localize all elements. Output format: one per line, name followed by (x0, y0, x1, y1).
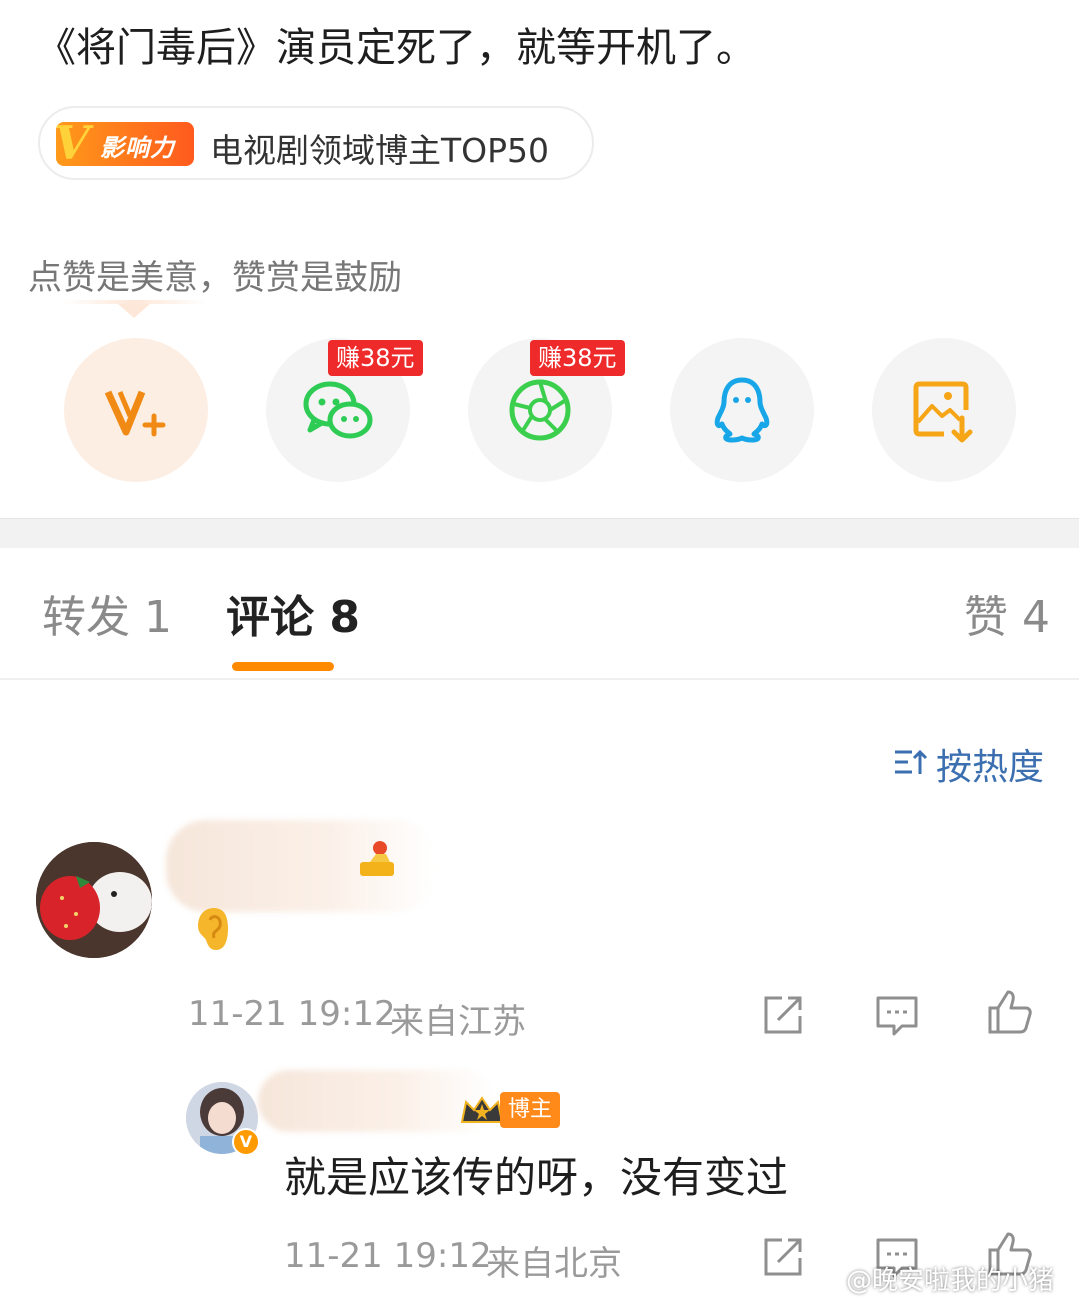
crown-icon (460, 1096, 504, 1123)
ear-emoji-icon (198, 908, 228, 950)
tip-arrow (118, 304, 150, 318)
reply-repost-icon[interactable] (760, 1234, 806, 1280)
v-plus-icon (104, 390, 166, 437)
qq-icon (714, 377, 770, 443)
commenter-avatar[interactable] (36, 842, 152, 958)
tab-comments[interactable]: 评论 8 (226, 588, 360, 648)
sort-icon (895, 749, 928, 774)
save-image-button[interactable] (872, 338, 1016, 482)
watermark-text: @晚安啦我的小猪 (846, 1266, 1055, 1296)
like-icon[interactable] (986, 988, 1032, 1034)
influence-badge-text: 影响力 (100, 134, 175, 162)
reply-text: 就是应该传的呀，没有变过 (284, 1153, 789, 1202)
tab-likes[interactable]: 赞 4 (964, 588, 1050, 648)
repost-icon[interactable] (760, 992, 806, 1038)
save-image-icon (913, 381, 973, 443)
post-text: 《将门毒后》演员定死了，就等开机了。 (36, 25, 756, 71)
reply-location: 来自北京 (486, 1244, 622, 1284)
fan-level-icon (360, 841, 394, 876)
influence-badge[interactable]: V 影响力 电视剧领域博主TOP50 (38, 106, 594, 180)
reward-v-plus-button[interactable] (64, 338, 208, 482)
blogger-tag: 博主 (460, 1092, 560, 1128)
earn-tag-wechat: 赚38元 (328, 340, 423, 376)
moments-icon (509, 379, 571, 441)
earn-tag-moments: 赚38元 (530, 340, 625, 376)
comment-time: 11-21 19:12 (188, 994, 396, 1034)
blogger-tag-label: 博主 (500, 1092, 560, 1128)
weibo-logo-icon (806, 1264, 839, 1292)
influence-v-icon: V 影响力 (54, 116, 194, 170)
sort-label: 按热度 (936, 747, 1045, 788)
blogger-name-blurred[interactable] (258, 1070, 494, 1132)
comment-icon[interactable] (874, 992, 920, 1038)
reply-time: 11-21 19:12 (284, 1236, 492, 1276)
share-qq-button[interactable] (670, 338, 814, 482)
wechat-icon (303, 381, 373, 439)
tabs-divider (0, 678, 1079, 680)
comment-location: 来自江苏 (390, 1002, 526, 1042)
active-tab-indicator (232, 662, 334, 671)
influence-badge-label: 电视剧领域博主TOP50 (210, 131, 550, 170)
section-divider (0, 518, 1079, 548)
reward-tip: 点赞是美意，赞赏是鼓励 (28, 258, 402, 298)
tab-repost[interactable]: 转发 1 (42, 588, 172, 648)
verified-badge: V (232, 1128, 260, 1156)
